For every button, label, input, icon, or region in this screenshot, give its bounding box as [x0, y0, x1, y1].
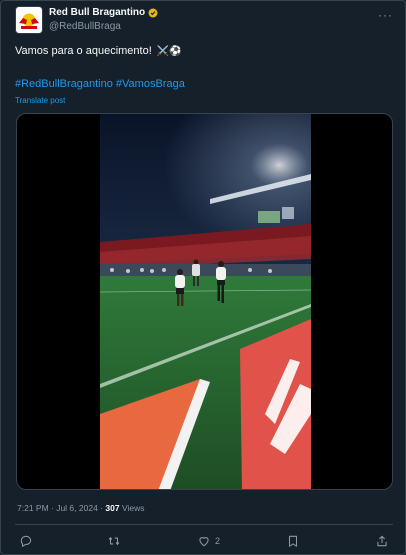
like-count: 2: [215, 536, 221, 546]
hashtag-link[interactable]: #RedBullBragantino: [15, 78, 113, 90]
views-count: 307: [105, 503, 120, 513]
reply-button[interactable]: [19, 531, 37, 551]
share-icon: [377, 535, 387, 547]
translate-post-link[interactable]: Translate post: [15, 96, 65, 105]
video-thumbnail[interactable]: [100, 114, 311, 490]
share-button[interactable]: [375, 531, 389, 551]
display-name[interactable]: Red Bull Bragantino: [49, 7, 145, 18]
post-timestamp[interactable]: 7:21 PM · Jul 6, 2024: [17, 503, 98, 513]
avatar[interactable]: [15, 6, 43, 34]
post-card: Red Bull Bragantino @RedBullBraga ··· Va…: [0, 0, 406, 555]
reply-icon: [20, 535, 32, 548]
bookmark-button[interactable]: [286, 531, 300, 551]
repost-button[interactable]: [107, 531, 125, 551]
post-text-body: Vamos para o aquecimento!: [15, 45, 152, 57]
views-label: Views: [121, 503, 145, 513]
post-header: Red Bull Bragantino @RedBullBraga ···: [15, 6, 395, 36]
post-text: Vamos para o aquecimento! ⚔️⚽: [15, 45, 182, 57]
red-bull-logo-icon: [19, 13, 39, 29]
verified-badge-icon: [148, 8, 158, 17]
media-container: [16, 113, 393, 490]
post-meta: 7:21 PM · Jul 6, 2024 · 307 Views: [17, 503, 144, 513]
hashtags: #RedBullBragantino #VamosBraga: [15, 78, 185, 90]
divider: [15, 524, 393, 525]
repost-icon: [108, 536, 120, 546]
hashtag-link[interactable]: #VamosBraga: [116, 78, 185, 90]
like-icon: [199, 537, 209, 547]
more-options-icon[interactable]: ···: [378, 8, 393, 22]
action-bar: 2: [1, 531, 406, 551]
name-row: Red Bull Bragantino: [49, 7, 158, 18]
bookmark-icon: [288, 535, 298, 547]
meta-separator: ·: [100, 503, 104, 513]
like-button[interactable]: 2: [197, 531, 220, 551]
post-emoji: ⚔️⚽: [156, 46, 182, 57]
user-handle[interactable]: @RedBullBraga: [49, 21, 121, 32]
